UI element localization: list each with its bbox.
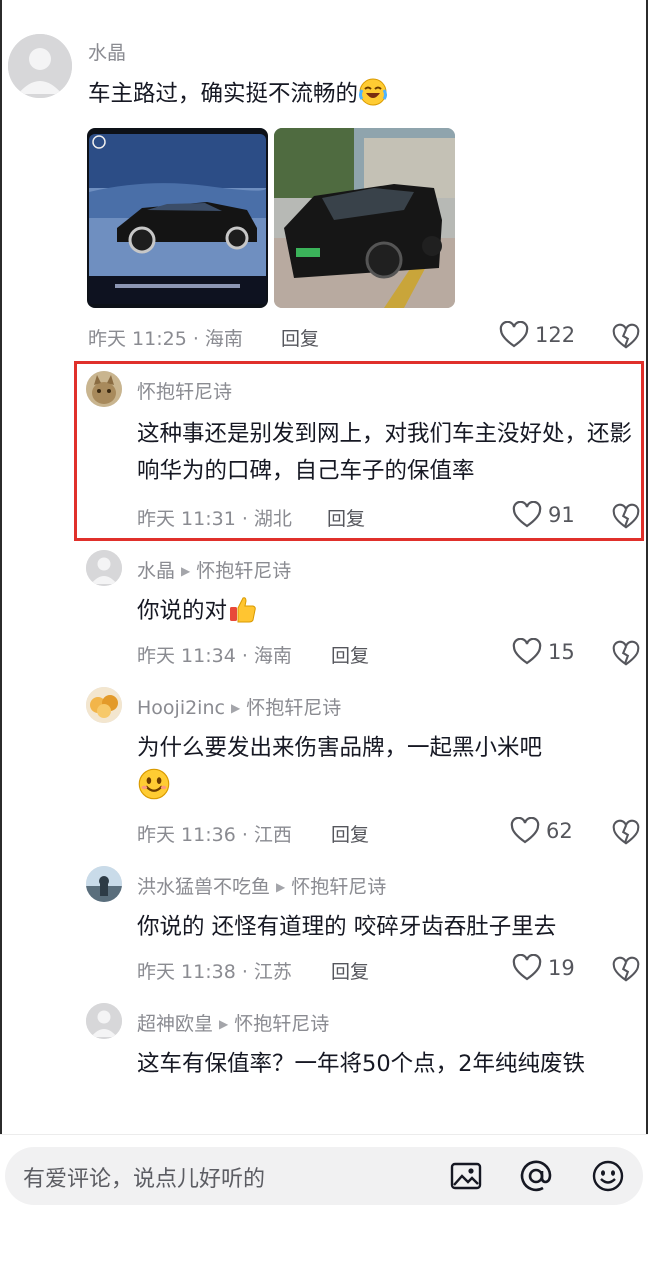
comment-text: 这车有保值率？一年将50个点，2年纯纯废铁 — [137, 1051, 585, 1077]
like-button[interactable]: 91 — [512, 501, 575, 529]
broken-heart-icon[interactable] — [612, 640, 640, 668]
like-count: 91 — [548, 503, 575, 527]
comment-input-bar: 有爱评论，说点儿好听的 — [0, 1134, 648, 1281]
comment-username[interactable]: 洪水猛兽不吃鱼 ▶ 怀抱轩尼诗 — [137, 872, 386, 899]
broken-heart-icon[interactable] — [612, 819, 640, 847]
like-button[interactable]: 122 — [499, 321, 575, 349]
heart-icon — [510, 817, 540, 844]
frame-border-left — [0, 0, 2, 1280]
comment-meta: 昨天 11:31 · 湖北 — [137, 508, 292, 530]
image-icon[interactable] — [449, 1159, 483, 1193]
reply-button[interactable]: 回复 — [331, 957, 369, 984]
comment-username[interactable]: 怀抱轩尼诗 — [137, 377, 232, 404]
comment-input[interactable]: 有爱评论，说点儿好听的 — [5, 1147, 643, 1205]
like-count: 15 — [548, 640, 575, 664]
avatar[interactable] — [86, 550, 122, 586]
broken-heart-icon[interactable] — [612, 323, 640, 351]
comment-image-car-photo[interactable] — [274, 128, 455, 308]
comment-text: 为什么要发出来伤害品牌，一起黑小米吧 — [137, 730, 637, 807]
comment-text: 这种事还是别发到网上，对我们车主没好处，还影响华为的口碑，自己车子的保值率 — [137, 421, 633, 484]
reply-arrow-icon: ▶ — [230, 701, 241, 715]
avatar[interactable] — [86, 371, 122, 407]
comment-username[interactable]: 水晶 — [88, 38, 126, 65]
comment-meta: 昨天 11:38 · 江苏 — [137, 961, 292, 983]
reply-arrow-icon: ▶ — [181, 564, 191, 578]
heart-icon — [512, 501, 542, 528]
heart-icon — [512, 954, 542, 981]
comment-username[interactable]: 超神欧皇 ▶ 怀抱轩尼诗 — [137, 1009, 329, 1036]
comment-meta: 昨天 11:25 · 海南 — [88, 328, 243, 350]
reply-button[interactable]: 回复 — [327, 504, 365, 531]
comment-meta: 昨天 11:34 · 海南 — [137, 645, 292, 667]
comment-image-dashboard[interactable] — [87, 128, 268, 308]
like-button[interactable]: 62 — [510, 817, 573, 845]
avatar[interactable] — [86, 687, 122, 723]
like-count: 19 — [548, 956, 575, 980]
emoji-icon[interactable] — [591, 1159, 625, 1193]
avatar[interactable] — [8, 34, 72, 98]
like-button[interactable]: 19 — [512, 954, 575, 982]
comment-text: 你说的对 — [137, 593, 637, 630]
avatar[interactable] — [86, 1003, 122, 1039]
comment-text: 你说的 还怪有道理的 咬碎牙齿吞肚子里去 — [137, 914, 557, 940]
like-count: 122 — [535, 323, 576, 347]
reply-button[interactable]: 回复 — [331, 641, 369, 668]
broken-heart-icon[interactable] — [612, 956, 640, 984]
reply-arrow-icon: ▶ — [276, 880, 286, 894]
comment-text: 车主路过，确实挺不流畅的 — [88, 76, 628, 113]
like-button[interactable]: 15 — [512, 638, 575, 666]
like-count: 62 — [546, 819, 573, 843]
comment-input-placeholder: 有爱评论，说点儿好听的 — [23, 1167, 266, 1192]
grinning-emoji-icon — [138, 768, 170, 800]
at-icon[interactable] — [519, 1159, 553, 1193]
thumbs-up-emoji-icon — [230, 597, 256, 623]
laughing-crying-emoji-icon — [359, 78, 388, 106]
avatar[interactable] — [86, 866, 122, 902]
reply-button[interactable]: 回复 — [281, 324, 319, 351]
comment-meta: 昨天 11:36 · 江西 — [137, 824, 292, 846]
comment-username[interactable]: Hooji2inc ▶ 怀抱轩尼诗 — [137, 693, 341, 720]
reply-button[interactable]: 回复 — [331, 820, 369, 847]
broken-heart-icon[interactable] — [612, 503, 640, 531]
comment-username[interactable]: 水晶 ▶ 怀抱轩尼诗 — [137, 556, 291, 583]
heart-icon — [512, 638, 542, 665]
heart-icon — [499, 321, 529, 348]
reply-arrow-icon: ▶ — [219, 1017, 229, 1031]
